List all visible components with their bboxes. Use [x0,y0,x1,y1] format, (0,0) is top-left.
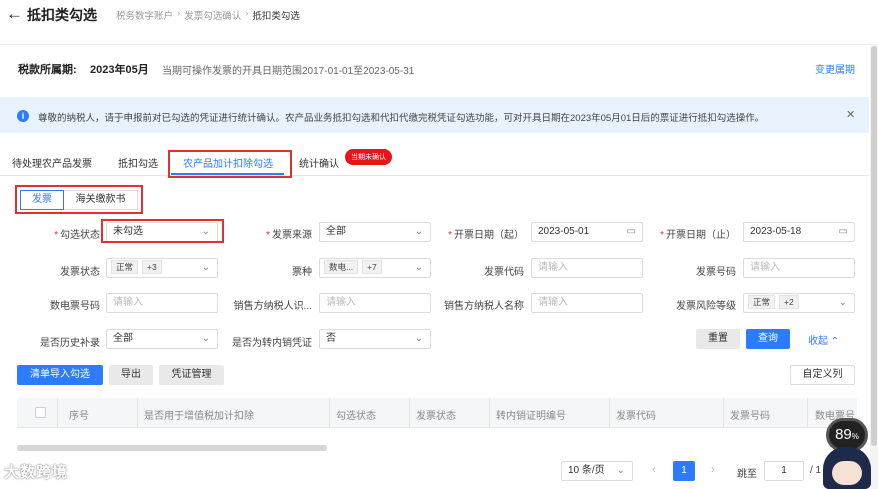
reset-button[interactable]: 重置 [696,329,740,349]
mascot-avatar[interactable] [823,447,871,489]
invoice-source-label: * 发票来源 [266,230,312,241]
info-icon: i [17,110,29,122]
column-separator [137,398,138,428]
page-size-select[interactable]: 10 条/页 ⌄ [561,461,633,481]
status-badge: 当期未确认 [345,149,392,165]
export-button[interactable]: 导出 [109,365,153,385]
highlight-box-tab [168,150,292,178]
chevron-down-icon: ⌄ [616,465,625,476]
history-supplement-label: 是否历史补录 [40,338,100,349]
date-start-label: * 开票日期（起） [448,230,524,241]
page-total: / 1 [810,465,822,476]
header-divider [0,44,870,45]
column-separator [489,398,490,428]
column-header: 勾选状态 [336,411,376,422]
e-invoice-number-label: 数电票号码 [50,301,100,312]
column-separator [409,398,410,428]
invoice-code-label: 发票代码 [484,267,524,278]
period-value: 2023年05月 [90,64,149,76]
transfer-out-select[interactable]: 否 ⌄ [319,329,431,349]
tab-stat-confirm[interactable]: 统计确认 [299,155,339,170]
invoice-type-label: 票种 [292,267,312,278]
risk-level-label: 发票风险等级 [676,301,736,312]
page-current[interactable]: 1 [673,461,695,481]
jump-label: 跳至 [737,469,757,480]
seller-name-label: 销售方纳税人名称 [444,301,524,312]
watermark-logo: 大数跨境 [4,464,69,481]
jump-input[interactable]: 1 [764,461,804,481]
column-header: 发票代码 [616,411,656,422]
column-header: 发票状态 [416,411,456,422]
date-end-label: * 开票日期（止） [660,230,736,241]
tag-more: +2 [779,295,799,310]
column-separator [807,398,808,428]
custom-columns-button[interactable]: 自定义列 [790,365,855,385]
column-header: 发票号码 [730,411,770,422]
breadcrumb: 税务数字账户 › 发票勾选确认 › 抵扣类勾选 [116,8,300,22]
change-period-link[interactable]: 变更属期 [815,61,855,76]
prev-page-icon[interactable]: ‹ [652,464,656,476]
chevron-down-icon: ⌄ [414,333,423,344]
invoice-number-label: 发票号码 [696,267,736,278]
calendar-icon: ▭ [838,226,848,237]
select-all-checkbox[interactable] [35,407,46,418]
invoice-status-label: 发票状态 [60,267,100,278]
scrollbar-thumb[interactable] [871,46,877,446]
chevron-right-icon: › [245,8,249,19]
highlight-box-subtab [15,185,143,214]
next-page-icon[interactable]: › [711,464,715,476]
close-icon[interactable]: ✕ [846,108,855,121]
column-separator [609,398,610,428]
chevron-up-icon: ⌃ [830,336,840,347]
import-check-button[interactable]: 清单导入勾选 [17,365,103,385]
risk-level-select[interactable]: 正常 +2 ⌄ [743,293,855,313]
horizontal-scrollbar[interactable] [17,445,327,451]
period-desc: 当期可操作发票的开具日期范围2017-01-01至2023-05-31 [162,66,415,77]
voucher-management-button[interactable]: 凭证管理 [159,365,224,385]
page-title: 抵扣类勾选 [27,7,97,23]
tab-deduction-check[interactable]: 抵扣勾选 [118,155,158,170]
seller-tax-id-label: 销售方纳税人识... [233,301,312,312]
chevron-right-icon: › [177,8,181,19]
column-separator [723,398,724,428]
column-header: 转内销证明编号 [496,411,566,422]
tag: 正常 [111,260,139,275]
back-arrow-icon[interactable]: ← [6,4,23,24]
tag-more: +7 [362,260,382,275]
date-end-picker[interactable]: 2023-05-18 ▭ [743,222,855,242]
query-button[interactable]: 查询 [746,329,790,349]
check-status-label: * 勾选状态 [54,230,100,241]
tag: 数电... [324,260,359,275]
tabs-divider [0,175,869,176]
column-header: 是否用于增值税加计扣除 [144,411,254,422]
tab-pending-agri[interactable]: 待处理农产品发票 [12,155,92,170]
notice-text: 尊敬的纳税人，请于申报前对已勾选的凭证进行统计确认。农产品业务抵扣勾选和代扣代缴… [38,113,765,124]
column-header: 序号 [69,411,89,422]
period-label: 税款所属期: [18,64,77,76]
breadcrumb-item[interactable]: 税务数字账户 [116,8,173,22]
invoice-number-input[interactable]: 请输入 [743,258,855,278]
transfer-out-label: 是否为转内销凭证 [232,338,312,349]
chevron-down-icon: ⌄ [838,297,847,308]
tag: 正常 [748,295,776,310]
column-separator [57,398,58,428]
breadcrumb-current: 抵扣类勾选 [252,11,300,22]
collapse-toggle[interactable]: 收起 ⌃ [808,332,839,347]
tag-more: +3 [142,260,162,275]
column-separator [329,398,330,428]
table-header: 序号 是否用于增值税加计扣除 勾选状态 发票状态 转内销证明编号 发票代码 发票… [17,398,857,428]
breadcrumb-item[interactable]: 发票勾选确认 [184,8,241,22]
